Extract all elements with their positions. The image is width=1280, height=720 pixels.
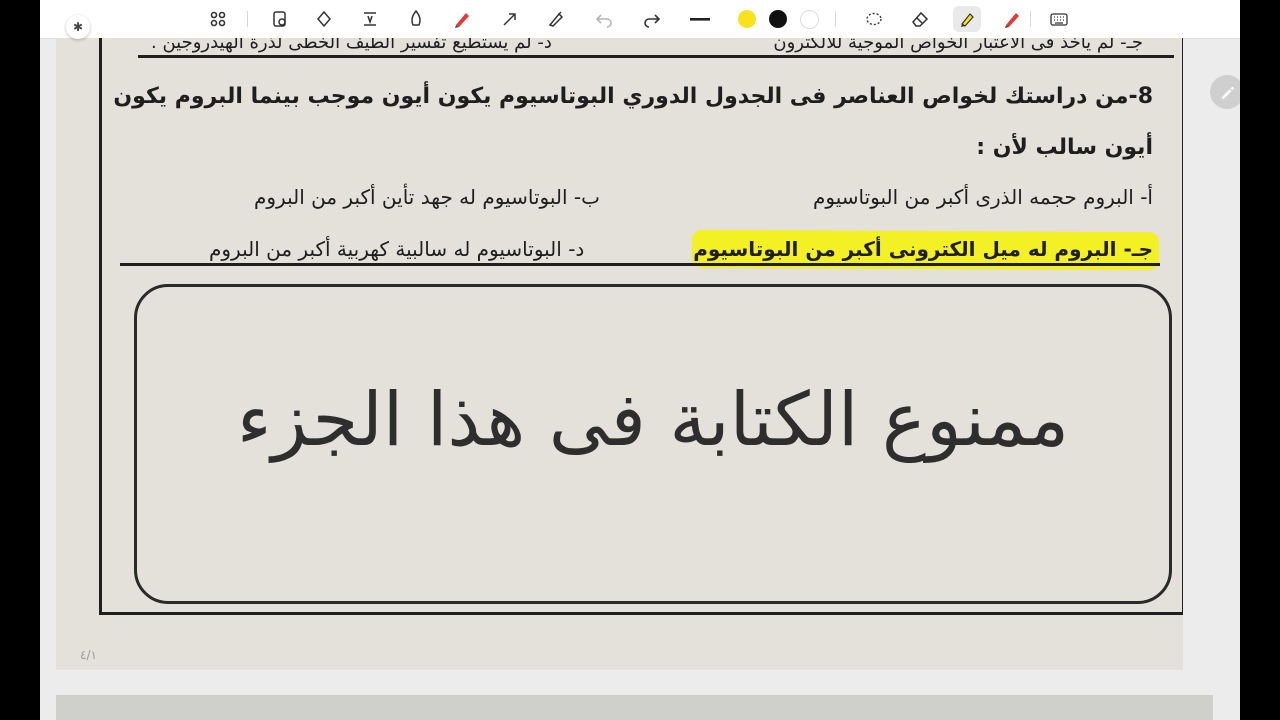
page-number: ٤/١ — [80, 648, 97, 662]
option-c-previous: جـ- لم يأخذ فى الاعتبار الخواص الموجية ل… — [773, 38, 1143, 53]
option-d-previous: د- لم يستطيع تفسير الطيف الخطى لذرة الهي… — [151, 38, 552, 53]
pen-red-icon[interactable] — [450, 7, 474, 31]
pen-marker-red-icon[interactable] — [1000, 7, 1024, 31]
collapse-toggle-icon[interactable]: ✱ — [66, 15, 90, 39]
highlighter-fine-icon[interactable] — [404, 7, 428, 31]
middle-divider — [120, 263, 1160, 266]
option-a: أ- البروم حجمه الذرى أكبر من البوتاسيوم — [813, 185, 1153, 209]
annotation-toolbar — [40, 0, 1240, 39]
document-page[interactable]: جـ- لم يأخذ فى الاعتبار الخواص الموجية ل… — [56, 38, 1183, 670]
next-page-preview[interactable] — [56, 695, 1213, 720]
undo-icon[interactable] — [592, 7, 616, 31]
no-writing-box: ممنوع الكتابة فى هذا الجزء — [134, 284, 1172, 604]
toolbar-separator — [835, 11, 836, 27]
shapes-icon[interactable] — [312, 7, 336, 31]
marker-yellow-icon[interactable] — [953, 6, 981, 32]
stroke-width-icon[interactable] — [688, 7, 712, 31]
pencil-fab-icon[interactable] — [1210, 75, 1240, 109]
note-app-window: جـ- لم يأخذ فى الاعتبار الخواص الموجية ل… — [40, 0, 1240, 720]
black-dot — [769, 10, 787, 28]
eraser-icon[interactable] — [908, 7, 932, 31]
pen-feather-icon[interactable] — [544, 7, 568, 31]
toolbar-separator — [1030, 11, 1031, 27]
color-yellow-swatch[interactable] — [735, 7, 759, 31]
option-d: د- البوتاسيوم له سالبية كهربية أكبر من ا… — [209, 237, 585, 261]
color-black-swatch[interactable] — [766, 7, 790, 31]
option-c: جـ- البروم له ميل الكترونى أكبر من البوت… — [693, 237, 1153, 261]
arrow-pen-icon[interactable] — [498, 7, 522, 31]
option-b: ب- البوتاسيوم له جهد تأين أكبر من البروم — [254, 185, 600, 209]
yellow-dot — [738, 10, 756, 28]
no-writing-notice: ممنوع الكتابة فى هذا الجزء — [236, 377, 1070, 463]
color-white-swatch[interactable] — [797, 7, 821, 31]
top-divider — [138, 55, 1174, 58]
lasso-select-icon[interactable] — [862, 7, 886, 31]
text-tool-icon[interactable] — [358, 7, 382, 31]
toolbar-separator — [247, 11, 248, 27]
redo-icon[interactable] — [640, 7, 664, 31]
question-8-line-1: 8-من دراستك لخواص العناصر فى الجدول الدو… — [113, 84, 1153, 109]
lasso-shapes-icon[interactable] — [268, 7, 292, 31]
white-dot — [799, 9, 819, 29]
keyboard-icon[interactable] — [1047, 7, 1071, 31]
question-8-line-2: أيون سالب لأن : — [976, 135, 1153, 160]
grid-icon[interactable] — [206, 7, 230, 31]
